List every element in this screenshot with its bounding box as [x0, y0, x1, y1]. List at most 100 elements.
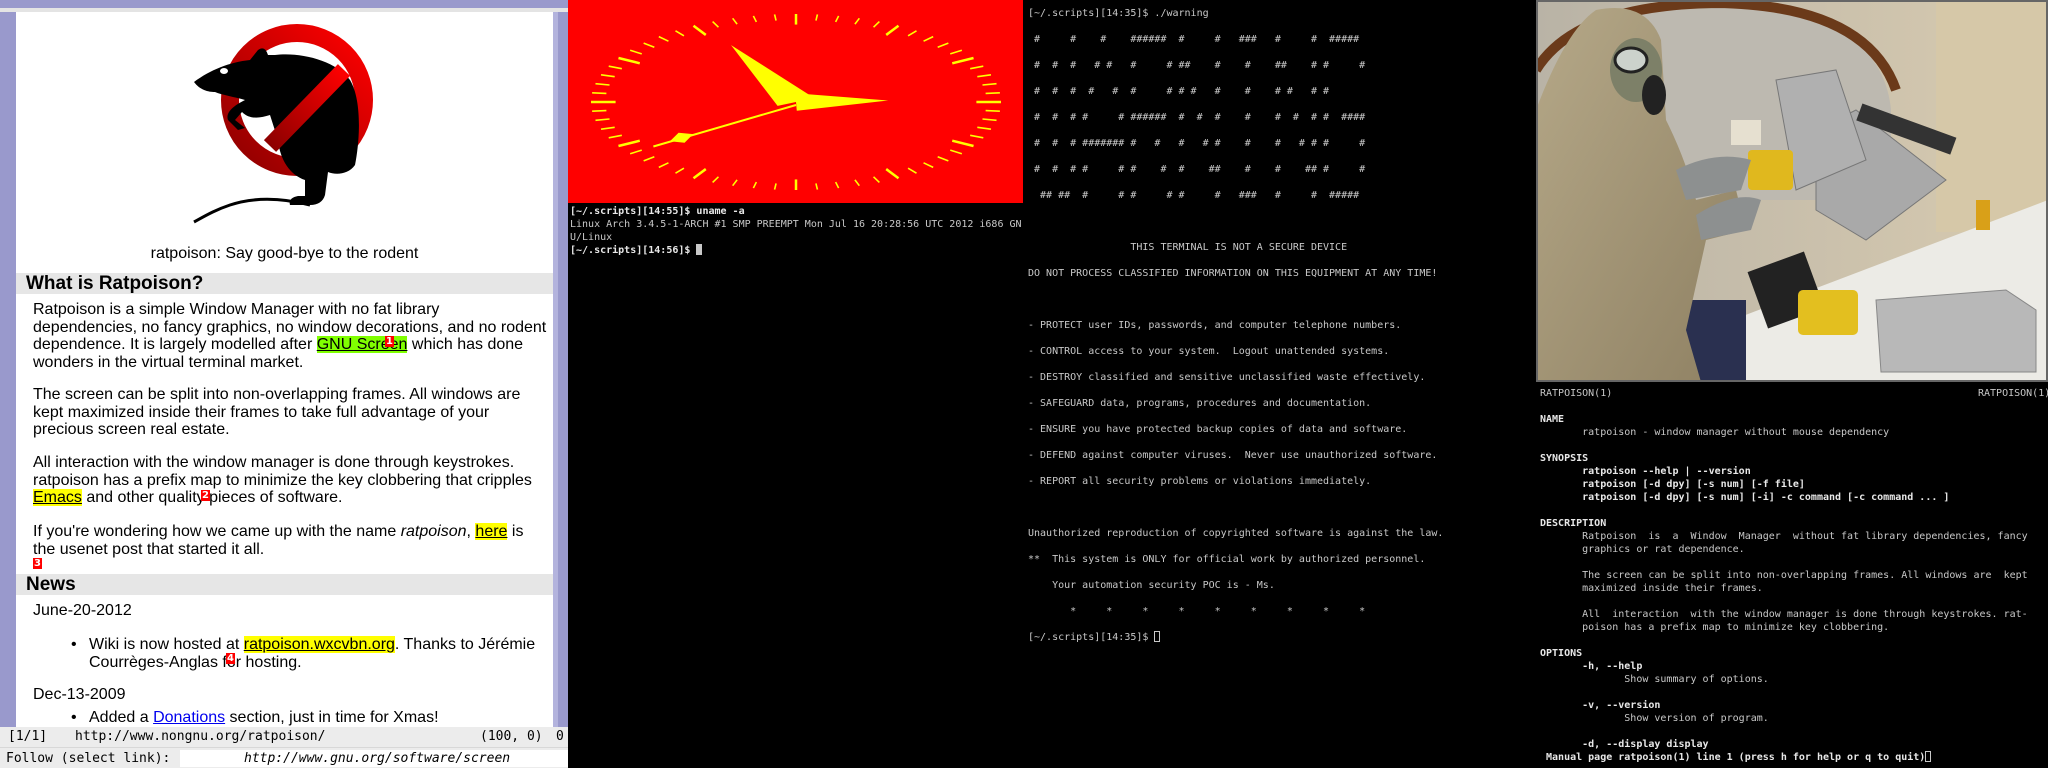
text: Courrèges-Anglas for hosting.: [89, 653, 302, 671]
follow-input[interactable]: http://www.gnu.org/software/screen: [180, 750, 568, 767]
terminal-line: # # # # # ###### # # # # # # # # ####: [1028, 112, 1366, 123]
clock-second-hand-diamond: [669, 132, 694, 143]
clock-tick: [854, 17, 860, 25]
clock-tick: [629, 149, 642, 155]
clock-tick: [643, 42, 655, 48]
terminal-line: # # # ###### # # ### # # #####: [1028, 34, 1360, 45]
man-line: [1540, 439, 2046, 452]
clock-tick: [872, 176, 880, 183]
clock-tick: [982, 118, 997, 122]
terminal-line: - ENSURE you have protected backup copie…: [1028, 424, 1408, 435]
man-line: ratpoison - window manager without mouse…: [1540, 427, 1890, 438]
section-heading-news: News: [16, 574, 553, 595]
link-hint: 3: [33, 558, 42, 569]
scrollbar[interactable]: [553, 12, 558, 727]
paragraph: If you're wondering how we came up with …: [33, 523, 523, 558]
text: Added a: [89, 709, 154, 726]
clock-tick: [885, 168, 900, 180]
man-line: [1540, 595, 2046, 608]
clock-tick: [595, 82, 610, 86]
terminal-line: [~/.scripts][14:35]$ ./warning: [1028, 8, 1209, 19]
terminal-uname[interactable]: [~/.scripts][14:55]$ uname -a Linux Arch …: [570, 205, 1022, 768]
analog-clock: [591, 14, 1001, 190]
text-line: precious screen real estate.: [33, 421, 520, 439]
clock-tick: [773, 183, 777, 190]
man-page-terminal[interactable]: RATPOISON(1) RATPOISON(1) NAME ratpoison -…: [1540, 387, 2048, 764]
terminal-line: - DEFEND against computer viruses. Never…: [1028, 450, 1438, 461]
clock-tick: [692, 24, 707, 36]
link-emacs[interactable]: Emacs: [33, 489, 82, 506]
text: Wiki is now hosted at: [89, 636, 244, 653]
clock-window: [568, 0, 1023, 203]
clock-tick: [937, 42, 949, 48]
man-line: [1540, 556, 2046, 569]
man-line: [1540, 686, 2046, 699]
clock-tick: [937, 156, 949, 162]
terminal-line: # # # # # # # ## # # ## # # #: [1028, 60, 1366, 71]
man-bold-line: OPTIONS: [1540, 648, 1583, 659]
bullet: •: [71, 709, 77, 726]
terminal-line: # # # ####### # # # # # # # # # # #: [1028, 138, 1366, 149]
clock-tick: [595, 118, 610, 122]
terminal-line: ** This system is ONLY for official work…: [1028, 554, 1426, 565]
text-line: Wiki is now hosted at ratpoison.wxcvbn.o…: [89, 636, 535, 654]
terminal-line: [~/.scripts][14:55]$ uname -a: [570, 206, 745, 217]
clock-tick: [712, 176, 720, 183]
browser-window: ratpoison: Say good-bye to the rodent Wh…: [0, 0, 568, 768]
terminal-line: - SAFEGUARD data, programs, procedures a…: [1028, 398, 1372, 409]
terminal-line: THIS TERMINAL IS NOT A SECURE DEVICE: [1028, 242, 1348, 253]
web-page[interactable]: ratpoison: Say good-bye to the rodent Wh…: [16, 12, 553, 727]
man-line: [1540, 725, 2046, 738]
hazmat-photo: [1531, 0, 2048, 382]
terminal-line: DO NOT PROCESS CLASSIFIED INFORMATION ON…: [1028, 268, 1438, 279]
clock-tick: [872, 21, 880, 28]
clock-tick: [773, 14, 777, 21]
clock-tick: [950, 49, 963, 55]
paragraph: The screen can be split into non-overlap…: [33, 386, 520, 439]
clock-tick: [643, 156, 655, 162]
man-bold-line: DESCRIPTION: [1540, 518, 1607, 529]
man-body: NAME ratpoison - window manager without …: [1540, 400, 2046, 751]
cursor: [696, 244, 703, 255]
terminal-line: Unauthorized reproduction of copyrighted…: [1028, 528, 1444, 539]
link-here[interactable]: here: [475, 523, 508, 540]
clock-tick: [970, 65, 984, 70]
link-donations[interactable]: Donations: [153, 709, 225, 726]
clock-tick: [815, 183, 819, 190]
news-item: Added a Donations section, just in time …: [89, 709, 439, 727]
clock-tick: [600, 126, 615, 130]
clock-tick: [618, 139, 641, 148]
link-ratpoison-wxcvbn-org[interactable]: ratpoison.wxcvbn.org: [243, 636, 395, 653]
text-line: kept maximized inside their frames to ta…: [33, 404, 520, 422]
terminal-warning[interactable]: [~/.scripts][14:35]$ ./warning # # # ###…: [1028, 7, 1533, 644]
terminal-line: U/Linux: [570, 232, 613, 243]
mode-indicator: 0: [556, 729, 564, 744]
clock-tick: [834, 181, 840, 189]
text: wonders in the virtual terminal market.: [33, 353, 304, 371]
man-bold-line: -v, --version: [1540, 700, 1661, 711]
man-header-right: RATPOISON(1): [1978, 388, 2048, 399]
current-url: http://www.nongnu.org/ratpoison/: [75, 729, 326, 744]
clock-tick: [752, 181, 758, 189]
text: The screen can be split into non-overlap…: [33, 386, 521, 403]
man-bold-line: SYNOPSIS: [1540, 453, 1589, 464]
cursor: [1154, 631, 1161, 642]
paragraph: All interaction with the window manager …: [33, 454, 532, 507]
clock-tick: [985, 92, 1000, 95]
text: If you're wondering how we came up with …: [33, 523, 401, 540]
tab-count: [1/1]: [8, 729, 48, 744]
clock-tick: [629, 49, 642, 55]
